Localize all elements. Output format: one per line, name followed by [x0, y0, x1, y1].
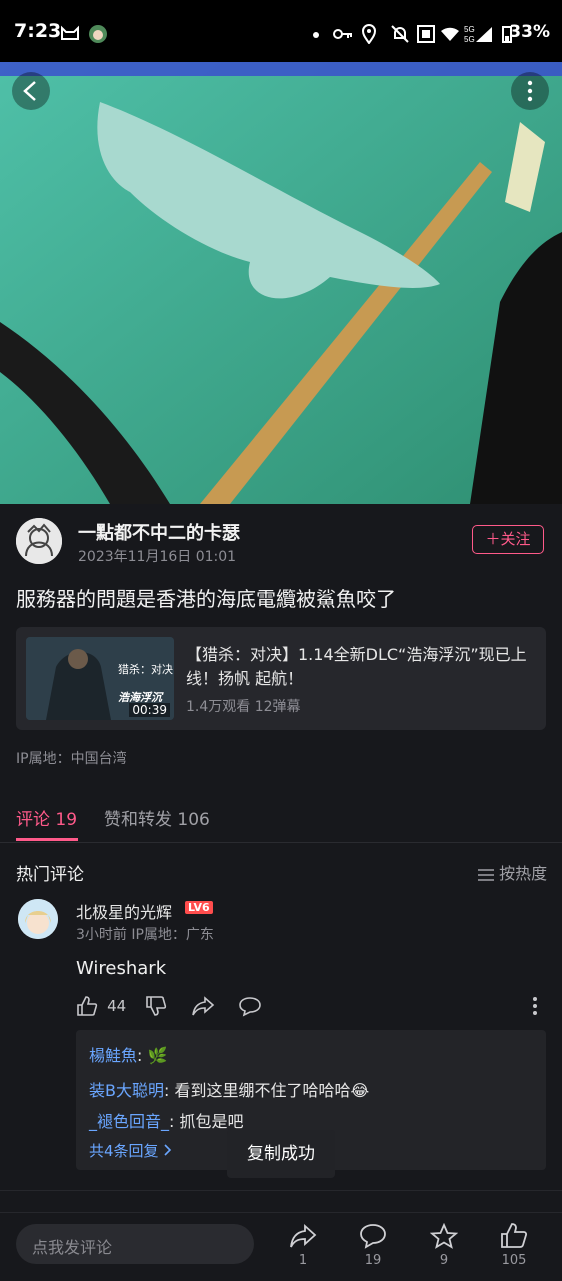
- nfc-icon: [417, 25, 435, 43]
- favorite-count: 9: [439, 1253, 449, 1268]
- tab-likes-shares[interactable]: 赞和转发 106: [104, 805, 210, 830]
- sort-label: 按热度: [499, 864, 548, 883]
- related-video-stats: 1.4万观看 12弹幕: [186, 699, 301, 715]
- location-icon: [361, 24, 377, 44]
- reply-user[interactable]: 装B大聪明: [89, 1081, 164, 1100]
- like-icon[interactable]: [500, 1222, 528, 1250]
- author-avatar[interactable]: [16, 518, 62, 564]
- share-icon[interactable]: [191, 995, 215, 1017]
- reply-text: 看到这里绷不住了哈哈哈😂: [174, 1081, 370, 1100]
- comment-count: 19: [364, 1253, 382, 1268]
- related-video-thumbnail: 猎杀：对决 浩海浮沉 00:39: [26, 637, 174, 720]
- author-name[interactable]: 一點都不中二的卡瑟: [78, 519, 240, 545]
- copy-success-toast: 复制成功: [227, 1130, 335, 1178]
- app-avatar-icon: [89, 25, 107, 43]
- commenter-avatar-image: [18, 899, 58, 939]
- author-avatar-image: [16, 518, 62, 564]
- status-time: 7:23: [14, 20, 62, 42]
- back-button[interactable]: [12, 72, 50, 110]
- tab-bar: 评论 19 赞和转发 106: [0, 790, 562, 843]
- notification-dot-icon: [313, 32, 319, 38]
- commenter-name[interactable]: 北极星的光辉: [76, 899, 172, 923]
- comment-like-count: 44: [107, 996, 127, 1015]
- reply-item[interactable]: 装B大聪明: 看到这里绷不住了哈哈哈😂: [89, 1077, 369, 1101]
- like-count: 105: [501, 1253, 527, 1268]
- sort-by-heat-button[interactable]: 按热度: [478, 860, 547, 884]
- thumbs-down-icon[interactable]: [145, 995, 167, 1017]
- reply-text: 抓包是吧: [179, 1112, 244, 1131]
- comment-text: Wireshark: [76, 958, 167, 979]
- tab-comments[interactable]: 评论 19: [16, 805, 77, 830]
- view-all-replies-label: 共4条回复: [89, 1142, 159, 1160]
- comment-like-button[interactable]: 44: [76, 995, 126, 1017]
- divider: [0, 1190, 562, 1191]
- star-icon[interactable]: [430, 1223, 458, 1249]
- share-icon[interactable]: [289, 1223, 317, 1249]
- reply-item[interactable]: 楊鮭魚: 🌿: [89, 1042, 167, 1066]
- reply-bubble-icon[interactable]: [238, 995, 262, 1017]
- thumbs-up-icon: [77, 996, 98, 1016]
- wifi-icon: [441, 27, 459, 41]
- view-all-replies-link[interactable]: 共4条回复: [89, 1140, 173, 1161]
- status-bar: 7:23 5G 5G 33%: [0, 0, 562, 62]
- chevron-right-icon: [164, 1144, 172, 1156]
- related-video-title: 【猎杀：对决】1.14全新DLC“浩海浮沉”现已上线！扬帆 起航！: [186, 645, 527, 688]
- svg-text:5G: 5G: [464, 35, 475, 44]
- key-icon: [333, 29, 352, 39]
- related-video-card[interactable]: 猎杀：对决 浩海浮沉 00:39 【猎杀：对决】1.14全新DLC“浩海浮沉”现…: [16, 627, 546, 730]
- reply-item[interactable]: _褪色回音_: 抓包是吧: [89, 1108, 244, 1132]
- battery-percentage: 33%: [509, 22, 550, 42]
- follow-button[interactable]: ＋关注: [472, 525, 544, 554]
- thumbnail-overlay-text: 猎杀：对决: [118, 663, 173, 676]
- video-frame: [0, 62, 562, 504]
- mute-icon: [391, 25, 409, 43]
- share-count: 1: [298, 1253, 308, 1268]
- more-button[interactable]: [511, 72, 549, 110]
- user-level-badge: LV6: [185, 901, 213, 914]
- plus-icon: ＋: [485, 530, 501, 548]
- chevron-left-icon: [23, 81, 36, 101]
- active-tab-indicator: [16, 838, 78, 841]
- reply-user[interactable]: 楊鮭魚: [89, 1046, 137, 1065]
- video-duration: 00:39: [129, 703, 170, 717]
- comment-more-icon[interactable]: [528, 995, 542, 1017]
- follow-label: 关注: [500, 530, 531, 548]
- commenter-avatar[interactable]: [18, 899, 58, 939]
- reply-text: 🌿: [147, 1046, 168, 1065]
- comment-input[interactable]: 点我发评论: [16, 1224, 254, 1264]
- ip-location: IP属地：中国台湾: [16, 751, 127, 767]
- menu-icon: [478, 868, 494, 881]
- cat-icon: [61, 25, 79, 40]
- reply-user[interactable]: _褪色回音_: [89, 1112, 169, 1131]
- comment-icon[interactable]: [359, 1223, 387, 1249]
- video-player[interactable]: [0, 62, 562, 504]
- hot-comments-header: 热门评论: [16, 865, 84, 885]
- signal-5g-icon: 5G5G: [464, 25, 492, 44]
- more-vertical-icon: [527, 80, 533, 102]
- post-timestamp: 2023年11月16日 01:01: [78, 549, 237, 565]
- comment-input-placeholder: 点我发评论: [32, 1238, 113, 1257]
- svg-text:5G: 5G: [464, 25, 475, 34]
- bottom-bar: 点我发评论 1 19 9 105: [0, 1212, 562, 1281]
- comment-meta: 3小时前 IP属地：广东: [76, 927, 214, 943]
- post-title: 服務器的問題是香港的海底電纜被鯊魚咬了: [16, 587, 396, 611]
